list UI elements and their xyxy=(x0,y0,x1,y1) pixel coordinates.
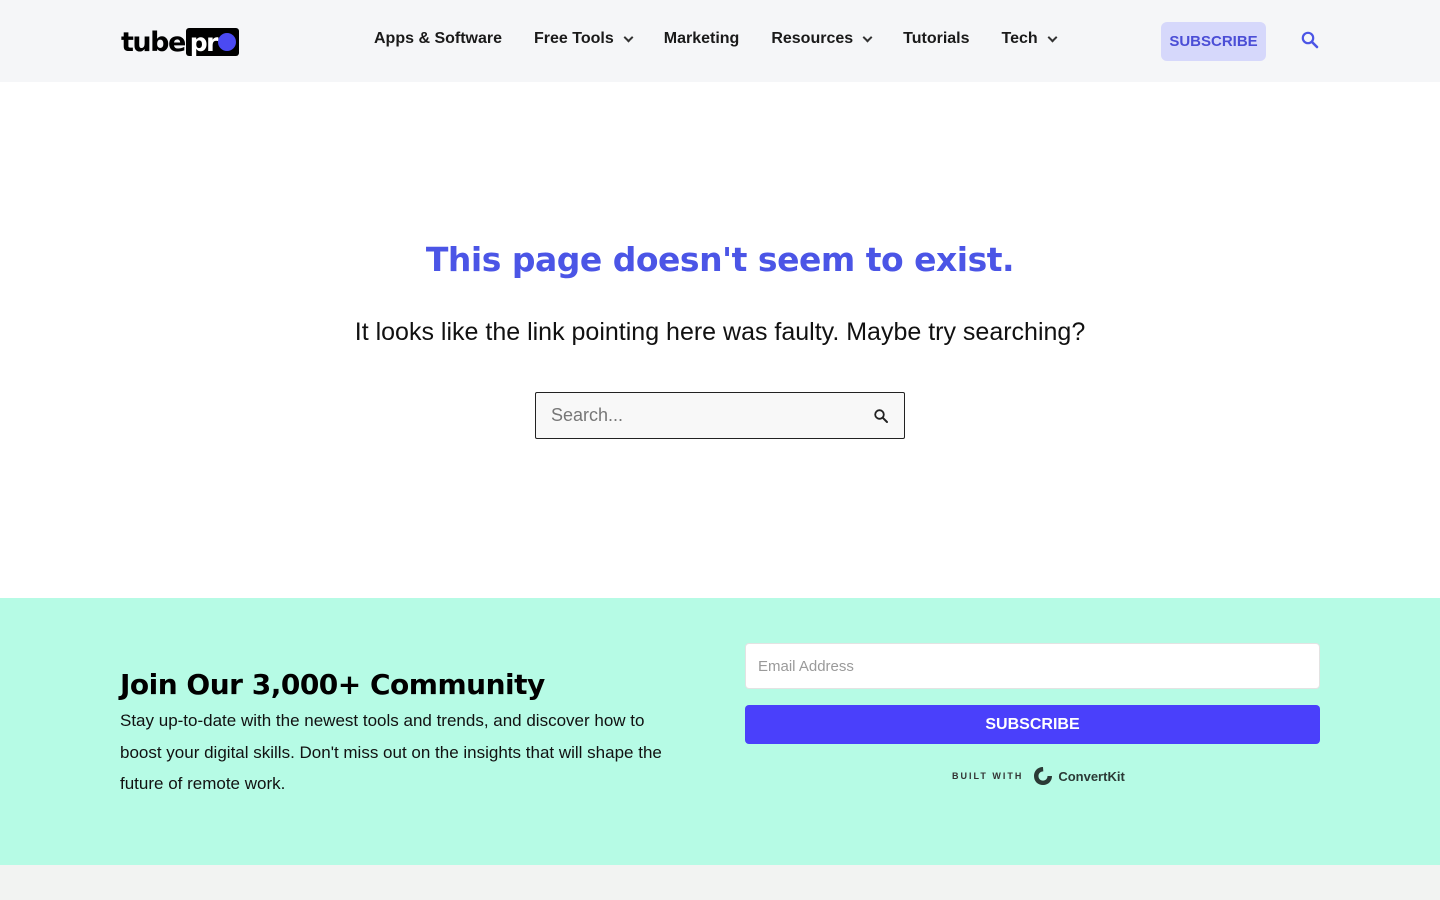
email-field[interactable] xyxy=(745,643,1320,689)
main-nav: Apps & Software Free Tools Marketing Res… xyxy=(374,30,1088,48)
nav-item-tech[interactable]: Tech xyxy=(1001,30,1058,48)
search-submit-button[interactable] xyxy=(858,393,904,438)
nav-label: Resources xyxy=(771,30,854,47)
newsletter-title: Join Our 3,000+ Community xyxy=(120,668,545,701)
footer-strip xyxy=(0,865,1440,900)
header-subscribe-button[interactable]: SUBSCRIBE xyxy=(1161,22,1266,61)
logo-text-tube: tube xyxy=(121,26,186,58)
nav-item-tutorials[interactable]: Tutorials xyxy=(903,30,969,48)
site-header: tube pr Apps & Software Free Tools Marke… xyxy=(0,0,1440,82)
built-with-convertkit-link[interactable]: BUILT WITH ConvertKit xyxy=(952,765,1125,787)
nav-item-marketing[interactable]: Marketing xyxy=(664,30,740,48)
search-icon xyxy=(1301,31,1319,49)
nav-label: Marketing xyxy=(663,30,740,47)
chevron-down-icon xyxy=(862,32,873,42)
built-with-label: BUILT WITH xyxy=(952,771,1024,781)
page-title: This page doesn't seem to exist. xyxy=(425,240,1015,279)
nav-label: Tech xyxy=(1001,30,1038,47)
site-logo[interactable]: tube pr xyxy=(121,26,240,58)
chevron-down-icon xyxy=(1047,32,1058,42)
nav-item-apps-software[interactable]: Apps & Software xyxy=(374,30,502,48)
nav-label: Apps & Software xyxy=(374,30,503,47)
search-form xyxy=(535,392,905,439)
page-subtitle: It looks like the link pointing here was… xyxy=(354,318,1086,346)
header-search-icon[interactable] xyxy=(1300,30,1320,50)
search-input[interactable] xyxy=(536,393,858,438)
nav-label: Free Tools xyxy=(534,30,614,47)
convertkit-logo-icon xyxy=(1034,767,1053,785)
logo-pro-badge: pr xyxy=(185,27,240,57)
nav-item-free-tools[interactable]: Free Tools xyxy=(534,30,634,48)
nav-label: Tutorials xyxy=(903,30,970,47)
newsletter-description: Stay up-to-date with the newest tools an… xyxy=(120,711,662,793)
nav-item-resources[interactable]: Resources xyxy=(771,30,873,48)
logo-dot-icon xyxy=(218,33,237,51)
newsletter-subscribe-button[interactable]: SUBSCRIBE xyxy=(745,705,1320,744)
search-icon xyxy=(874,408,888,423)
logo-text-pro: pr xyxy=(189,27,219,57)
chevron-down-icon xyxy=(623,32,634,42)
convertkit-name: ConvertKit xyxy=(1058,768,1125,784)
newsletter-section: Join Our 3,000+ Community Stay up-to-dat… xyxy=(0,598,1440,865)
